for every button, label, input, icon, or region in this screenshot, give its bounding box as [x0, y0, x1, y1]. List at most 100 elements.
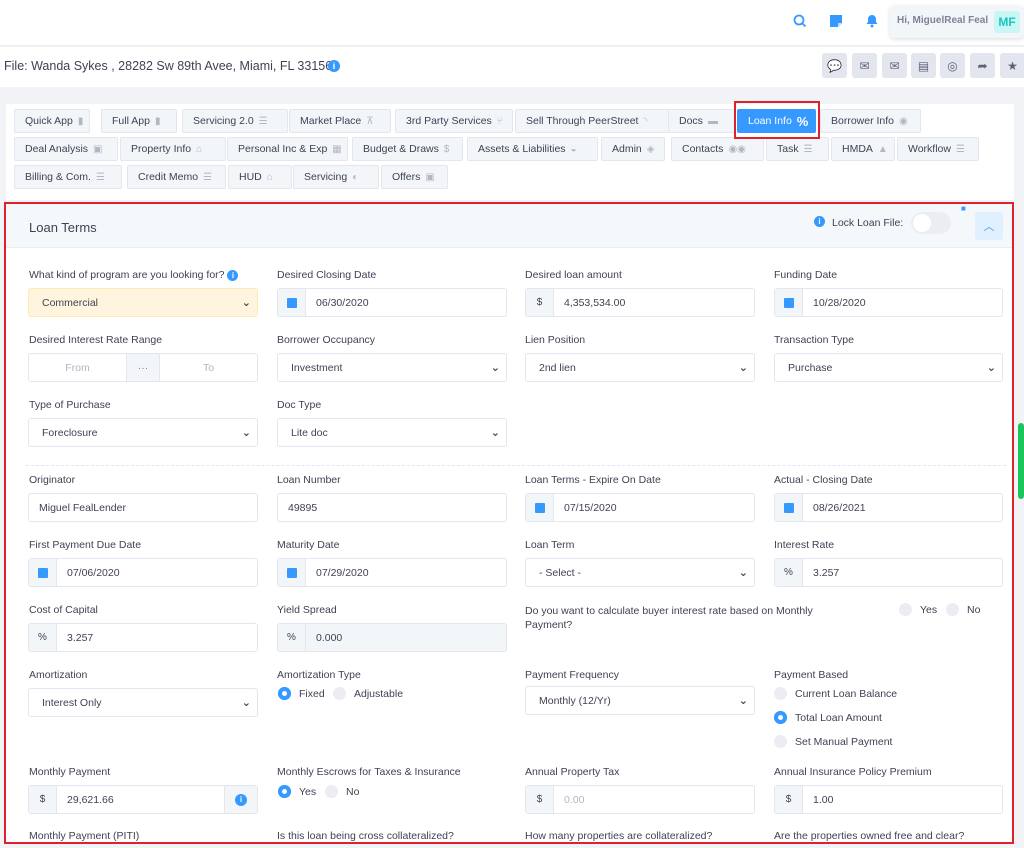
- share-icon[interactable]: ➦: [970, 53, 995, 78]
- tab-servicing[interactable]: Servicing ◐: [293, 165, 379, 189]
- rate-range-label: Desired Interest Rate Range: [29, 334, 163, 346]
- tab-credit-memo[interactable]: Credit Memo ☰: [127, 165, 226, 189]
- transaction-select[interactable]: Purchase ⌄: [774, 353, 1003, 382]
- property-tax-input[interactable]: $0.00: [525, 785, 755, 814]
- bell-icon[interactable]: [864, 13, 880, 29]
- monthly-payment-input[interactable]: $29,621.66 i: [28, 785, 258, 814]
- lock-loan-toggle[interactable]: [911, 212, 951, 234]
- tab-contacts[interactable]: Contacts ◉◉: [671, 137, 764, 161]
- buyer-rate-yes-radio[interactable]: Yes: [899, 603, 937, 616]
- first-payment-input[interactable]: 07/06/2020: [28, 558, 258, 587]
- tab-billing-com[interactable]: Billing & Com. ☰: [14, 165, 122, 189]
- occupancy-select[interactable]: Investment ⌄: [277, 353, 507, 382]
- document-icon[interactable]: ▤: [911, 53, 936, 78]
- loan-number-input[interactable]: 49895: [277, 493, 507, 522]
- escrows-yes-radio[interactable]: Yes: [278, 785, 316, 798]
- tab-deal-analysis[interactable]: Deal Analysis ▣: [14, 137, 118, 161]
- user-menu[interactable]: Hi, MiguelReal Feal MF: [890, 6, 1024, 38]
- info-icon[interactable]: i: [328, 60, 340, 72]
- tab-sell-through-peerstreet[interactable]: Sell Through PeerStreet ◝: [515, 109, 669, 133]
- rate-range-separator: ···: [126, 354, 160, 381]
- tab-property-info[interactable]: Property Info ⌂: [120, 137, 226, 161]
- building-icon: ▲: [877, 143, 888, 155]
- lien-select[interactable]: 2nd lien ⌄: [525, 353, 755, 382]
- info-icon[interactable]: i: [814, 216, 825, 227]
- file-icon: ▮: [154, 115, 161, 127]
- scrollbar-thumb[interactable]: [1018, 423, 1024, 499]
- home-icon: ⌂: [196, 143, 203, 155]
- support-icon[interactable]: ◎: [940, 53, 965, 78]
- maturity-input[interactable]: 07/29/2020: [277, 558, 507, 587]
- tab-budget-draws[interactable]: Budget & Draws $: [352, 137, 463, 161]
- cost-capital-input[interactable]: % 3.257: [28, 623, 258, 652]
- star-icon[interactable]: ★: [1000, 53, 1024, 78]
- pay-freq-select[interactable]: Monthly (12/Yr) ⌄: [525, 686, 755, 715]
- calendar-icon[interactable]: [775, 289, 803, 316]
- loan-term-select[interactable]: - Select - ⌄: [525, 558, 755, 587]
- transaction-label: Transaction Type: [774, 334, 854, 346]
- cost-capital-label: Cost of Capital: [29, 604, 98, 616]
- actual-closing-input[interactable]: 08/26/2021: [774, 493, 1003, 522]
- tab-3rd-party-services[interactable]: 3rd Party Services ⑂: [395, 109, 513, 133]
- tab-assets-liabilities[interactable]: Assets & Liabilities ◒: [467, 137, 598, 161]
- insurance-input[interactable]: $1.00: [774, 785, 1003, 814]
- mail-open-icon[interactable]: ✉: [882, 53, 907, 78]
- collapse-button[interactable]: ︿: [975, 212, 1003, 240]
- dollar-icon: $: [443, 143, 450, 155]
- purchase-type-select[interactable]: Foreclosure ⌄: [28, 418, 258, 447]
- tab-offers[interactable]: Offers ▣: [381, 165, 448, 189]
- handshake-icon: ◐: [352, 171, 359, 183]
- terms-expire-input[interactable]: 07/15/2020: [525, 493, 755, 522]
- rate-from-input[interactable]: From: [29, 362, 126, 374]
- branch-icon: ⑂: [496, 115, 503, 127]
- calendar-icon[interactable]: [775, 494, 803, 521]
- tab-workflow[interactable]: Workflow ☰: [897, 137, 979, 161]
- pay-based-current-radio[interactable]: Current Loan Balance: [774, 687, 897, 700]
- tab-task[interactable]: Task ☰: [766, 137, 829, 161]
- rss-icon: ◝: [643, 115, 648, 127]
- tab-label: Deal Analysis: [25, 143, 89, 155]
- calendar-icon[interactable]: [278, 289, 306, 316]
- desired-amount-input[interactable]: $4,353,534.00: [525, 288, 755, 317]
- property-tax-label: Annual Property Tax: [525, 766, 620, 778]
- tab-admin[interactable]: Admin ◈: [601, 137, 665, 161]
- sticky-note-icon[interactable]: [828, 13, 844, 29]
- program-select[interactable]: Commercial ⌄: [28, 288, 258, 317]
- originator-input[interactable]: Miguel FealLender: [28, 493, 258, 522]
- pay-based-total-radio[interactable]: Total Loan Amount: [774, 711, 882, 724]
- amort-adjustable-radio[interactable]: Adjustable: [333, 687, 403, 700]
- doc-type-select[interactable]: Lite doc ⌄: [277, 418, 507, 447]
- calendar-icon[interactable]: [526, 494, 554, 521]
- info-icon[interactable]: i: [224, 786, 257, 813]
- chat-icon[interactable]: 💬: [822, 53, 847, 78]
- loan-number-label: Loan Number: [277, 474, 341, 486]
- tab-servicing-2-0[interactable]: Servicing 2.0 ☰: [182, 109, 288, 133]
- info-icon[interactable]: i: [227, 270, 239, 281]
- escrows-no-radio[interactable]: No: [325, 785, 359, 798]
- funding-date-input[interactable]: 10/28/2020: [774, 288, 1003, 317]
- buyer-rate-no-radio[interactable]: No: [946, 603, 980, 616]
- occupancy-label: Borrower Occupancy: [277, 334, 376, 346]
- tab-market-place[interactable]: Market Place ⊼: [289, 109, 391, 133]
- lien-label: Lien Position: [525, 334, 586, 346]
- monthly-payment-label: Monthly Payment: [29, 766, 111, 778]
- tab-quick-app[interactable]: Quick App ▮: [14, 109, 90, 133]
- checklist-icon: ☰: [803, 143, 813, 155]
- tab-full-app[interactable]: Full App ▮: [101, 109, 177, 133]
- tab-borrower-info[interactable]: Borrower Info ◉: [820, 109, 921, 133]
- desired-closing-input[interactable]: 06/30/2020: [277, 288, 507, 317]
- calendar-icon[interactable]: [278, 559, 306, 586]
- rate-to-input[interactable]: To: [160, 362, 257, 374]
- amort-fixed-radio[interactable]: Fixed: [278, 687, 325, 700]
- search-icon[interactable]: [792, 13, 808, 29]
- amortization-select[interactable]: Interest Only ⌄: [28, 688, 258, 717]
- tab-docs[interactable]: Docs ▬: [668, 109, 735, 133]
- pay-based-manual-radio[interactable]: Set Manual Payment: [774, 735, 892, 748]
- first-payment-label: First Payment Due Date: [29, 539, 142, 551]
- envelope-icon[interactable]: ✉: [852, 53, 877, 78]
- tab-personal-inc-exp[interactable]: Personal Inc & Exp ▦: [227, 137, 348, 161]
- calendar-icon[interactable]: [29, 559, 57, 586]
- interest-rate-input[interactable]: % 3.257: [774, 558, 1003, 587]
- tab-hmda[interactable]: HMDA ▲: [831, 137, 895, 161]
- tab-hud[interactable]: HUD ⌂: [228, 165, 292, 189]
